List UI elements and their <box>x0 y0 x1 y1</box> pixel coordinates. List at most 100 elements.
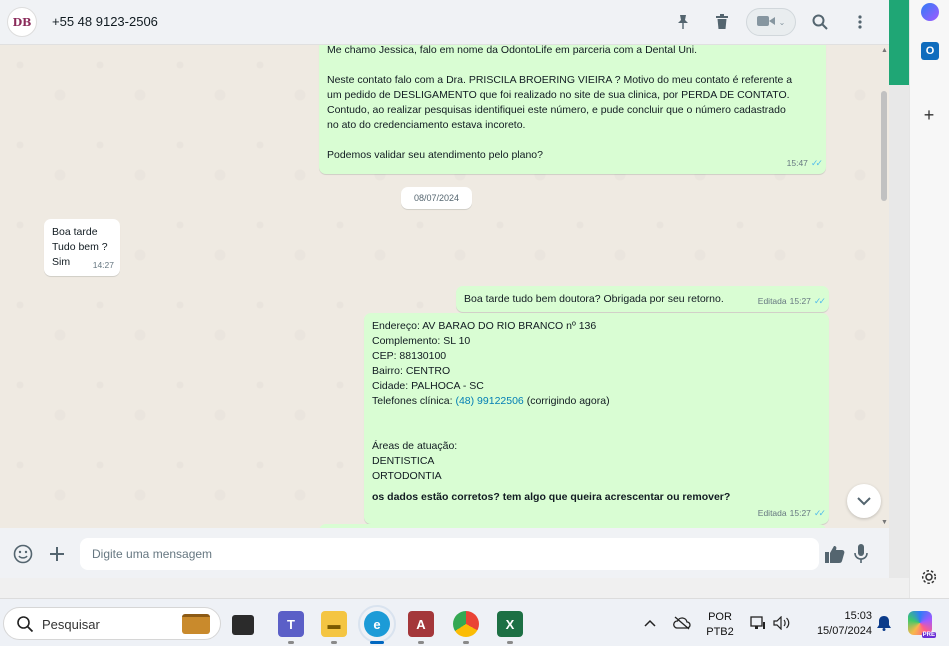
scroll-down-arrow-icon[interactable]: ▼ <box>881 519 888 526</box>
running-indicator <box>507 641 513 644</box>
scroll-up-arrow-icon[interactable]: ▲ <box>881 47 888 54</box>
video-call-button[interactable]: ⌄ <box>746 8 796 36</box>
message-meta: 14:27 <box>93 258 114 273</box>
message-text: Contudo, ao realizar pesquisas identifiq… <box>327 104 786 116</box>
teams-icon[interactable]: T <box>278 611 304 637</box>
access-icon[interactable]: A <box>408 611 434 637</box>
emoji-icon[interactable] <box>12 543 34 565</box>
trash-icon[interactable] <box>712 12 732 32</box>
message-text: Podemos validar seu atendimento pelo pla… <box>327 149 543 161</box>
add-icon[interactable]: + <box>918 104 940 126</box>
plus-icon[interactable] <box>46 543 68 565</box>
message-text: Complemento: SL 10 <box>372 335 471 347</box>
message-list[interactable]: Me chamo Jessica, falo em nome da Odonto… <box>0 45 889 528</box>
clock[interactable]: 15:03 15/07/2024 <box>802 609 872 639</box>
phone-prefix: Telefones clínica: <box>372 395 456 407</box>
message-meta: 15:47 ✓✓ <box>786 156 823 171</box>
message-text: no ato do credenciamento estava incoreto… <box>327 119 526 131</box>
file-explorer-icon[interactable]: ▬ <box>321 611 347 637</box>
running-indicator <box>288 641 294 644</box>
gear-icon[interactable] <box>918 566 940 588</box>
read-ticks-icon: ✓✓ <box>813 296 826 306</box>
running-indicator <box>331 641 337 644</box>
keyboard-layout: PTB2 <box>706 626 734 638</box>
outlook-icon[interactable]: O <box>921 42 939 60</box>
message-text: Endereço: AV BARAO DO RIO BRANCO nº 136 <box>372 320 597 332</box>
notification-bell-icon[interactable] <box>874 613 894 633</box>
contact-name[interactable]: +55 48 9123-2506 <box>52 14 158 29</box>
running-indicator <box>418 641 424 644</box>
menu-icon[interactable] <box>850 12 870 32</box>
message-text: Cidade: PALHOCA - SC <box>372 380 484 392</box>
chrome-icon[interactable] <box>453 611 479 637</box>
windows-taskbar: Pesquisar T ▬ e A X POR PTB2 15:03 15/07… <box>0 598 949 646</box>
scroll-to-bottom-button[interactable] <box>847 484 881 518</box>
read-ticks-icon: ✓✓ <box>810 158 823 168</box>
window-bottom-gap <box>0 578 909 598</box>
network-icon[interactable] <box>748 613 768 633</box>
search-label: Pesquisar <box>42 617 100 632</box>
search-icon <box>16 615 34 633</box>
preview-badge: PRE <box>921 632 936 638</box>
chevron-down-icon: ⌄ <box>778 17 786 27</box>
message-time: 15:47 <box>786 158 808 168</box>
composer-bar <box>0 528 889 578</box>
thumbs-up-icon[interactable] <box>824 543 846 565</box>
message-meta: Editada 15:27 ✓✓ <box>757 506 826 521</box>
message-time: 14:27 <box>92 260 114 270</box>
message-incoming[interactable]: Boa tarde Tudo bem ? Sim 14:27 <box>44 219 120 276</box>
read-ticks-icon: ✓✓ <box>813 508 826 518</box>
message-text: Bairro: CENTRO <box>372 365 451 377</box>
message-meta: Editada 15:27 ✓✓ <box>757 294 826 309</box>
phone-suffix: (corrigindo agora) <box>523 395 610 407</box>
message-outgoing[interactable]: Boa tarde tudo bem doutora? Obrigada por… <box>456 286 829 312</box>
edited-label: Editada <box>757 508 787 518</box>
message-outgoing[interactable]: Me chamo Jessica, falo em nome da Odonto… <box>319 45 826 174</box>
edited-label: Editada <box>757 296 787 306</box>
clock-date: 15/07/2024 <box>816 625 872 637</box>
message-text: CEP: 88130100 <box>372 350 447 362</box>
message-phone-line: Telefones clínica: (48) 99122506 (corrig… <box>372 394 821 409</box>
message-input[interactable] <box>80 538 819 570</box>
chat-header: DB +55 48 9123-2506 ⌄ <box>0 0 889 45</box>
window-scroll-strip <box>889 0 909 578</box>
volume-icon[interactable] <box>772 613 792 633</box>
pin-icon[interactable] <box>673 12 693 32</box>
message-time: 15:27 <box>789 508 811 518</box>
message-text: Neste contato falo com a Dra. PRISCILA B… <box>327 74 793 86</box>
message-text: DENTISTICA <box>372 455 435 467</box>
excel-icon[interactable]: X <box>497 611 523 637</box>
whatsapp-window: DB +55 48 9123-2506 ⌄ Me chamo Jessica, … <box>0 0 889 578</box>
message-text: um pedido de DESLIGAMENTO que foi realiz… <box>327 89 790 101</box>
taskbar-search[interactable]: Pesquisar <box>3 607 221 640</box>
browser-sidebar <box>909 0 949 598</box>
message-text: ORTODONTIA <box>372 470 442 482</box>
video-icon <box>756 15 775 30</box>
copilot-icon[interactable] <box>921 3 939 21</box>
message-text: Áreas de atuação: <box>372 440 458 452</box>
briefcase-icon <box>182 614 210 634</box>
scrollbar-thumb[interactable] <box>881 91 887 201</box>
chevron-down-icon <box>857 493 871 509</box>
task-view-icon[interactable] <box>232 615 254 635</box>
edge-browser-icon[interactable]: e <box>358 605 396 643</box>
phone-link[interactable]: (48) 99122506 <box>455 395 523 407</box>
window-scroll-accent <box>889 0 909 85</box>
cloud-off-icon[interactable] <box>672 613 692 633</box>
chevron-up-icon[interactable] <box>640 613 660 633</box>
message-text: Me chamo Jessica, falo em nome da Odonto… <box>327 45 698 56</box>
microphone-icon[interactable] <box>850 543 872 565</box>
message-time: 15:27 <box>789 296 811 306</box>
search-icon[interactable] <box>810 12 830 32</box>
contact-avatar[interactable]: DB <box>7 7 37 37</box>
language-indicator[interactable]: POR PTB2 <box>702 610 738 640</box>
message-text: os dados estão corretos? tem algo que qu… <box>372 491 731 503</box>
message-text: Tudo bem ? <box>52 241 108 253</box>
copilot-taskbar-icon[interactable]: PRE <box>908 611 936 638</box>
clock-time: 15:03 <box>844 610 872 622</box>
date-separator: 08/07/2024 <box>401 187 472 209</box>
message-outgoing[interactable]: Endereço: AV BARAO DO RIO BRANCO nº 136 … <box>364 313 829 524</box>
